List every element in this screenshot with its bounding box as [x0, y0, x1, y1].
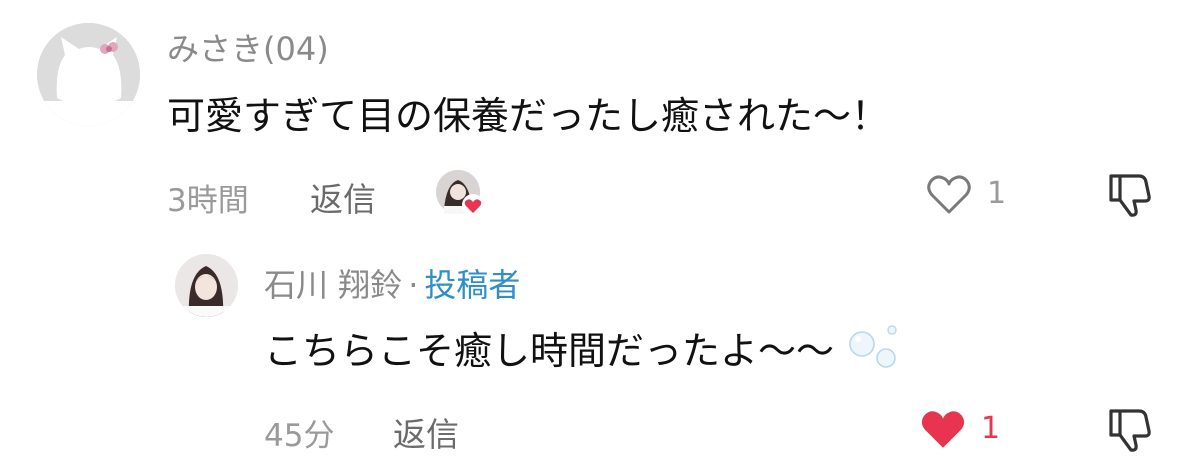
reply-dislike-button[interactable] — [1105, 403, 1157, 459]
thumbs-down-icon — [1109, 174, 1151, 217]
heart-outline-icon — [927, 175, 971, 214]
reply-text-content: こちらこそ癒し時間だったよ〜〜 — [264, 329, 835, 373]
reply-reply-button[interactable]: 返信 — [393, 408, 459, 456]
comment-timestamp: 3時間 — [167, 183, 249, 219]
comment-dislike-button[interactable] — [1105, 168, 1157, 224]
reply-like-button[interactable] — [918, 406, 968, 456]
reply-header: 石川 翔鈴 · 投稿者 — [264, 260, 520, 306]
reply-text: こちらこそ癒し時間だったよ〜〜 — [264, 320, 904, 375]
reply-like-count: 1 — [981, 411, 1001, 446]
person-photo-icon — [175, 254, 238, 317]
reply-author-username[interactable]: 石川 翔鈴 — [264, 266, 402, 304]
commenter-username[interactable]: みさき(04) — [167, 24, 329, 70]
creator-heart-badge-icon — [436, 170, 484, 216]
commenter-avatar[interactable] — [37, 23, 140, 126]
reply-author-avatar[interactable] — [175, 254, 238, 317]
reply-timestamp: 45分 — [264, 418, 335, 454]
thumbs-down-icon — [1109, 409, 1151, 452]
comment-like-button[interactable] — [925, 172, 973, 220]
bubbles-icon — [849, 325, 897, 368]
comment-reply-button[interactable]: 返信 — [310, 173, 376, 221]
heart-filled-icon — [921, 411, 965, 448]
author-badge: 投稿者 — [424, 266, 521, 304]
creator-liked-avatar — [436, 170, 484, 216]
comment-like-count: 1 — [987, 176, 1007, 211]
cat-avatar-icon — [37, 23, 140, 126]
comment-text: 可愛すぎて目の保養だったし癒された〜！ — [167, 94, 890, 138]
name-separator: · — [408, 266, 419, 304]
